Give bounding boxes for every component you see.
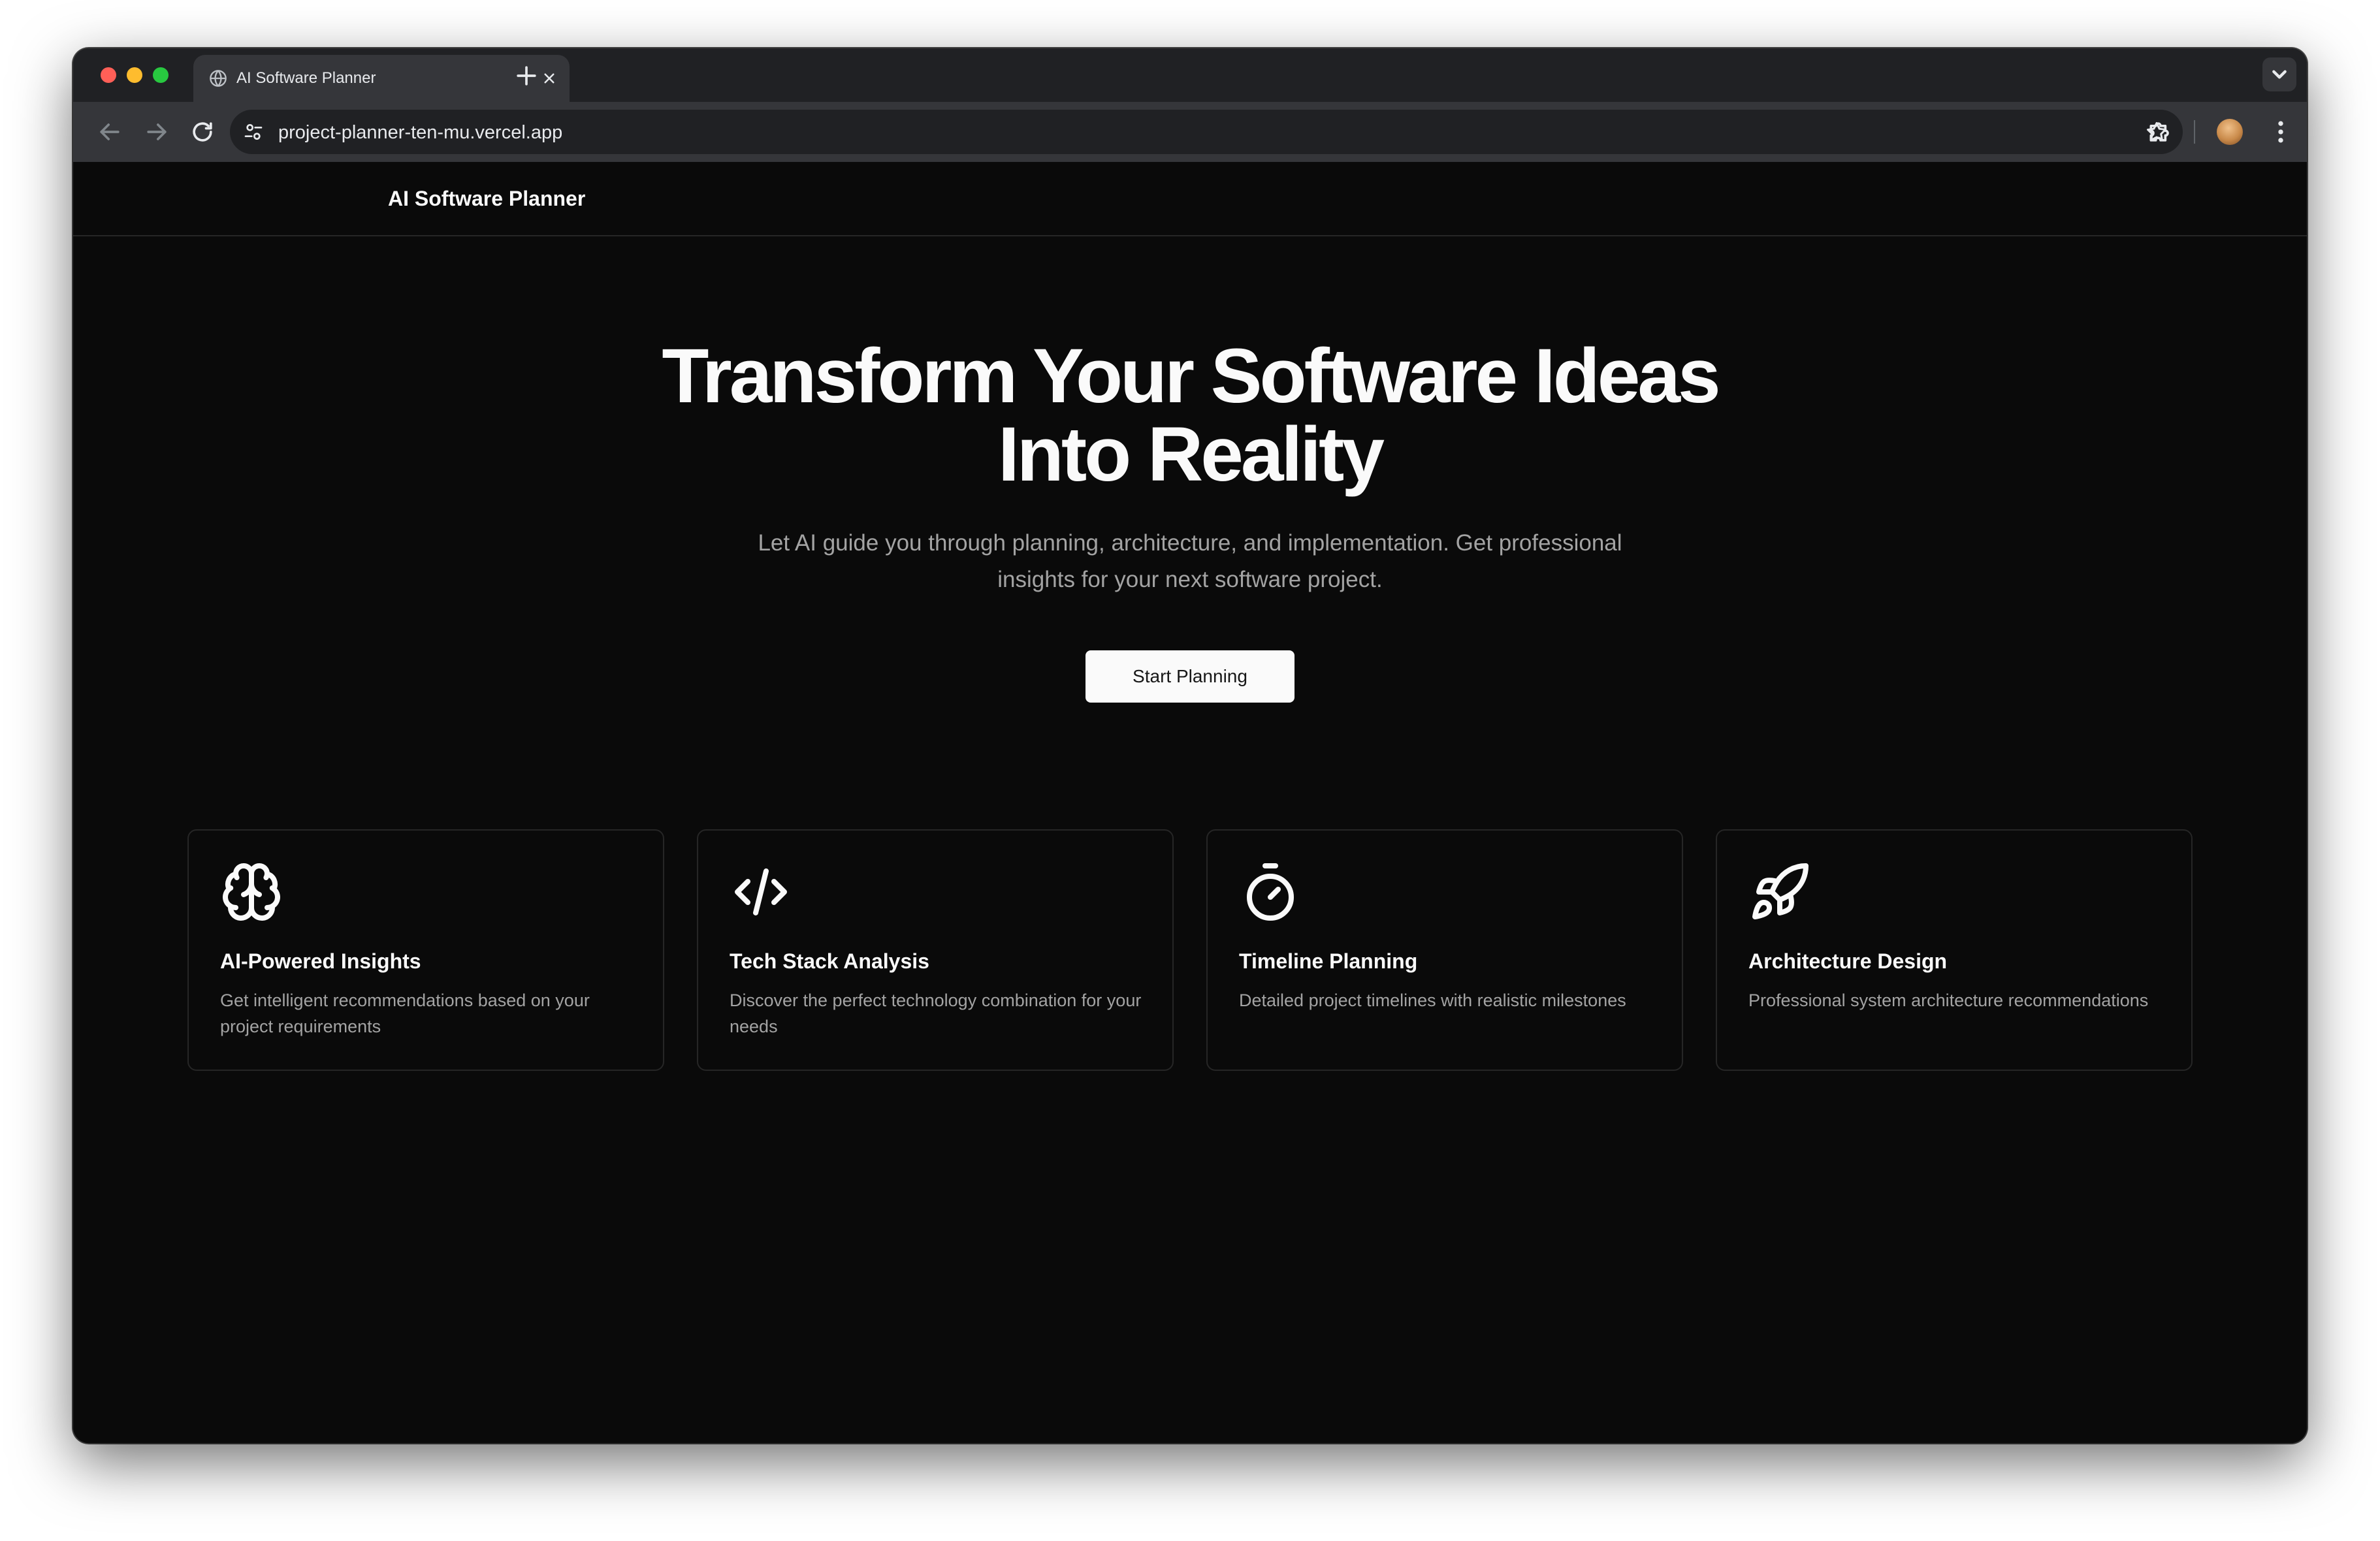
feature-card-description: Discover the perfect technology combinat…	[730, 991, 1142, 1036]
hero-title: Transform Your Software Ideas Into Reali…	[439, 337, 1941, 494]
plus-icon[interactable]	[512, 61, 541, 90]
feature-card-tech-stack: Tech Stack Analysis Discover the perfect…	[697, 829, 1174, 1071]
feature-card-architecture: Architecture Design Professional system …	[1716, 829, 2193, 1071]
hero-title-line-2: Into Reality	[998, 411, 1385, 498]
feature-card-ai-insights: AI-Powered Insights Get intelligent reco…	[187, 829, 664, 1071]
tab-search-button[interactable]	[2262, 57, 2296, 91]
globe-icon	[210, 70, 227, 87]
feature-card-timeline: Timeline Planning Detailed project timel…	[1206, 829, 1683, 1071]
arrow-right-icon[interactable]	[142, 118, 171, 146]
fullscreen-window-button[interactable]	[153, 67, 169, 83]
tune-icon[interactable]	[243, 121, 264, 142]
hero-subtitle: Let AI guide you through planning, archi…	[758, 530, 1622, 592]
profile-avatar[interactable]	[2217, 119, 2243, 145]
tab-title: AI Software Planner	[236, 69, 376, 87]
rocket-icon	[1752, 863, 1809, 919]
toolbar-divider	[2194, 120, 2195, 144]
feature-card-description: Detailed project timelines with realisti…	[1239, 991, 1626, 1010]
arrow-left-icon[interactable]	[95, 118, 124, 146]
feature-card-description: Get intelligent recommendations based on…	[220, 991, 590, 1036]
code-icon	[735, 868, 787, 915]
close-window-button[interactable]	[101, 67, 116, 83]
site-header: AI Software Planner	[73, 162, 2307, 236]
close-icon[interactable]	[539, 69, 559, 88]
web-page: AI Software Planner Transform Your Softw…	[73, 162, 2307, 1443]
reload-icon[interactable]	[188, 118, 217, 146]
feature-card-title: Architecture Design	[1748, 949, 1948, 973]
hero-title-line-1: Transform Your Software Ideas	[662, 333, 1720, 419]
site-brand[interactable]: AI Software Planner	[388, 185, 585, 212]
browser-window: AI Software Planner project-planner-ten-…	[73, 48, 2307, 1443]
feature-card-title: AI-Powered Insights	[220, 949, 421, 973]
tab-strip: AI Software Planner	[73, 48, 2307, 102]
chevron-down-icon	[2272, 70, 2287, 79]
kebab-menu-icon[interactable]	[2266, 118, 2295, 146]
url-text[interactable]: project-planner-ten-mu.vercel.app	[278, 121, 562, 144]
start-planning-button[interactable]: Start Planning	[1085, 650, 1295, 703]
minimize-window-button[interactable]	[127, 67, 142, 83]
timer-icon	[1247, 863, 1294, 921]
address-bar[interactable]: project-planner-ten-mu.vercel.app	[230, 110, 2183, 154]
feature-card-description: Professional system architecture recomme…	[1748, 991, 2149, 1010]
feature-card-title: Tech Stack Analysis	[730, 949, 929, 973]
screenshot-stage: AI Software Planner project-planner-ten-…	[0, 0, 2380, 1541]
browser-toolbar: project-planner-ten-mu.vercel.app	[73, 102, 2307, 162]
puzzle-icon[interactable]	[2146, 118, 2175, 146]
brain-icon	[223, 863, 280, 921]
feature-card-title: Timeline Planning	[1239, 949, 1418, 973]
